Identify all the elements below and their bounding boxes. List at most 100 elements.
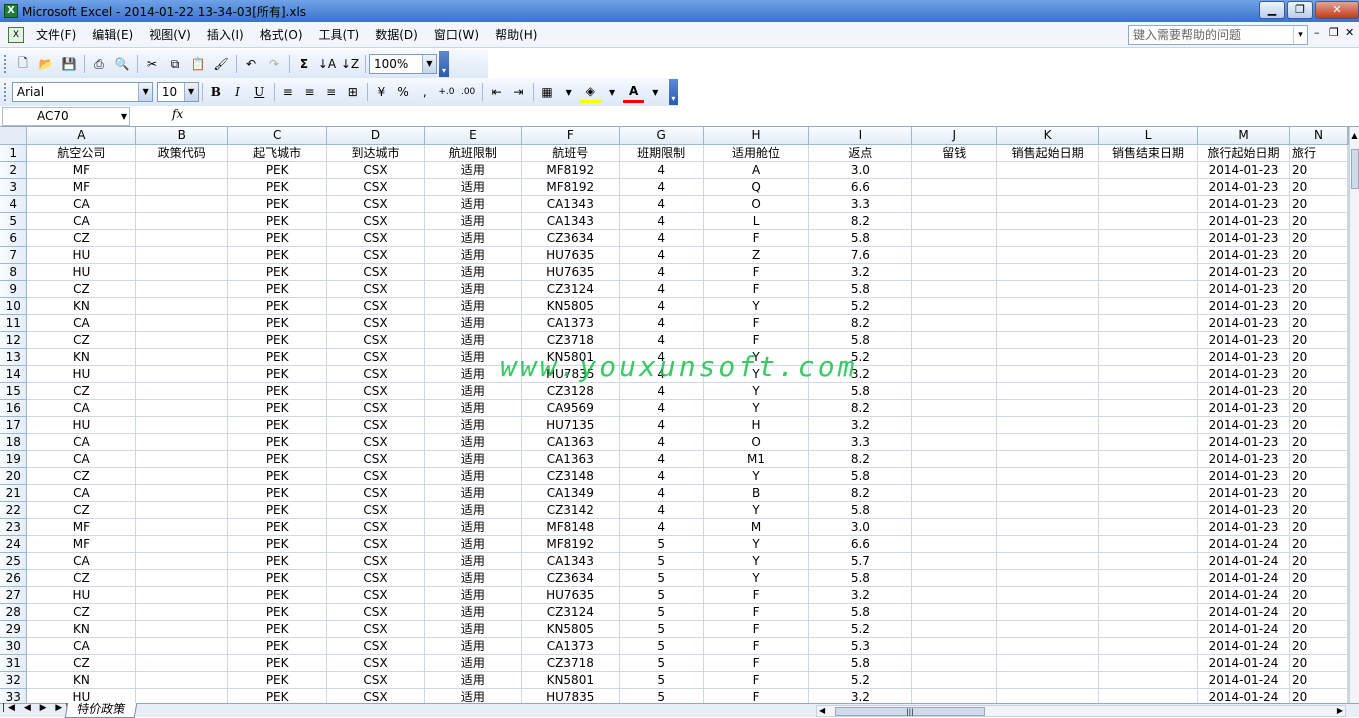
cell[interactable]: HU7635: [521, 263, 620, 281]
chevron-down-icon[interactable]: ▼: [422, 55, 436, 73]
cell[interactable]: [1098, 280, 1199, 298]
cell[interactable]: [1098, 229, 1199, 247]
cell[interactable]: [911, 195, 998, 213]
row-header[interactable]: 17: [0, 416, 28, 434]
cell[interactable]: [996, 416, 1100, 434]
cell[interactable]: 适用: [424, 620, 522, 638]
cell[interactable]: 5.8: [808, 467, 913, 485]
cell[interactable]: [135, 161, 229, 179]
cell[interactable]: CSX: [326, 433, 425, 451]
cell[interactable]: 20: [1289, 501, 1349, 519]
cell[interactable]: 20: [1289, 399, 1349, 417]
bold-button[interactable]: B: [206, 81, 227, 103]
row-header[interactable]: 4: [0, 195, 28, 213]
menu-tools[interactable]: 工具(T): [311, 26, 368, 43]
cell[interactable]: CSX: [326, 637, 425, 655]
cell[interactable]: [1098, 467, 1199, 485]
cell[interactable]: 2014-01-23: [1197, 348, 1290, 366]
cell[interactable]: 5.8: [808, 501, 913, 519]
cell[interactable]: [911, 280, 998, 298]
cell[interactable]: 2014-01-24: [1197, 671, 1290, 689]
cell[interactable]: 5.8: [808, 382, 913, 400]
font-name-select[interactable]: Arial ▼: [11, 82, 154, 102]
cell[interactable]: [1098, 586, 1199, 604]
cell[interactable]: CSX: [326, 348, 425, 366]
cell[interactable]: 20: [1289, 484, 1349, 502]
cell[interactable]: CSX: [326, 246, 425, 264]
cell[interactable]: 3.0: [808, 161, 913, 179]
cell[interactable]: 20: [1289, 331, 1349, 349]
cell[interactable]: 20: [1289, 280, 1349, 298]
cell[interactable]: [1098, 603, 1199, 621]
toolbar-options-icon[interactable]: ▾: [439, 51, 449, 77]
cell[interactable]: [135, 637, 229, 655]
cell[interactable]: HU: [26, 416, 137, 434]
cell[interactable]: PEK: [227, 433, 328, 451]
cell[interactable]: CZ3634: [521, 569, 620, 587]
chevron-down-icon[interactable]: ▼: [645, 81, 666, 103]
cell[interactable]: Y: [703, 467, 810, 485]
cell[interactable]: 2014-01-23: [1197, 314, 1290, 332]
sheet-tab-active[interactable]: 特价政策: [64, 702, 138, 718]
cell[interactable]: CSX: [326, 263, 425, 281]
paste-icon[interactable]: 📋: [187, 53, 209, 75]
align-left-icon[interactable]: ≡: [277, 81, 298, 103]
header-cell[interactable]: 起飞城市: [227, 144, 328, 162]
row-header[interactable]: 30: [0, 637, 28, 655]
cell[interactable]: 4: [619, 433, 704, 451]
cell[interactable]: 适用: [424, 603, 522, 621]
cell[interactable]: F: [703, 280, 810, 298]
cell[interactable]: KN5805: [521, 297, 620, 315]
cell[interactable]: [911, 382, 998, 400]
cell[interactable]: 5.8: [808, 569, 913, 587]
cell[interactable]: 5.7: [808, 552, 913, 570]
cell[interactable]: CZ3124: [521, 603, 620, 621]
header-cell[interactable]: 旅行: [1289, 144, 1349, 162]
cell[interactable]: CSX: [326, 518, 425, 536]
cell[interactable]: 5.2: [808, 620, 913, 638]
cell[interactable]: [135, 586, 229, 604]
chevron-down-icon[interactable]: ▼: [183, 83, 198, 101]
cell[interactable]: KN: [26, 671, 137, 689]
cell[interactable]: KN5801: [521, 671, 620, 689]
cell[interactable]: [1098, 552, 1199, 570]
cell[interactable]: PEK: [227, 586, 328, 604]
print-preview-icon[interactable]: 🔍: [111, 53, 133, 75]
undo-icon[interactable]: ↶: [240, 53, 262, 75]
cell[interactable]: PEK: [227, 637, 328, 655]
cell[interactable]: Y: [703, 399, 810, 417]
cell[interactable]: MF: [26, 535, 137, 553]
cell[interactable]: CZ: [26, 331, 137, 349]
cell[interactable]: [135, 688, 229, 704]
cell[interactable]: [1098, 178, 1199, 196]
copy-icon[interactable]: ⧉: [164, 53, 186, 75]
cell[interactable]: 20: [1289, 348, 1349, 366]
cell[interactable]: 2014-01-24: [1197, 688, 1290, 704]
cell[interactable]: 20: [1289, 382, 1349, 400]
cell[interactable]: CA: [26, 450, 137, 468]
horizontal-scroll-thumb[interactable]: |||: [835, 707, 985, 716]
cell[interactable]: PEK: [227, 161, 328, 179]
cell[interactable]: [135, 654, 229, 672]
row-header[interactable]: 18: [0, 433, 28, 451]
cell[interactable]: [911, 535, 998, 553]
cell[interactable]: 4: [619, 178, 704, 196]
cell[interactable]: [996, 501, 1100, 519]
cell[interactable]: 3.2: [808, 263, 913, 281]
cell[interactable]: Y: [703, 365, 810, 383]
doc-minimize-button[interactable]: –: [1314, 26, 1320, 39]
cell[interactable]: [135, 552, 229, 570]
cell[interactable]: 适用: [424, 569, 522, 587]
column-header-J[interactable]: J: [911, 127, 998, 145]
cell[interactable]: CZ3718: [521, 654, 620, 672]
cell[interactable]: 8.2: [808, 212, 913, 230]
cell[interactable]: CSX: [326, 161, 425, 179]
cell[interactable]: 20: [1289, 195, 1349, 213]
cell[interactable]: [911, 314, 998, 332]
cell[interactable]: [996, 535, 1100, 553]
cell[interactable]: PEK: [227, 382, 328, 400]
help-dropdown-icon[interactable]: ▾: [1293, 26, 1307, 44]
cell[interactable]: 2014-01-23: [1197, 416, 1290, 434]
cell[interactable]: [135, 365, 229, 383]
cell[interactable]: 4: [619, 467, 704, 485]
